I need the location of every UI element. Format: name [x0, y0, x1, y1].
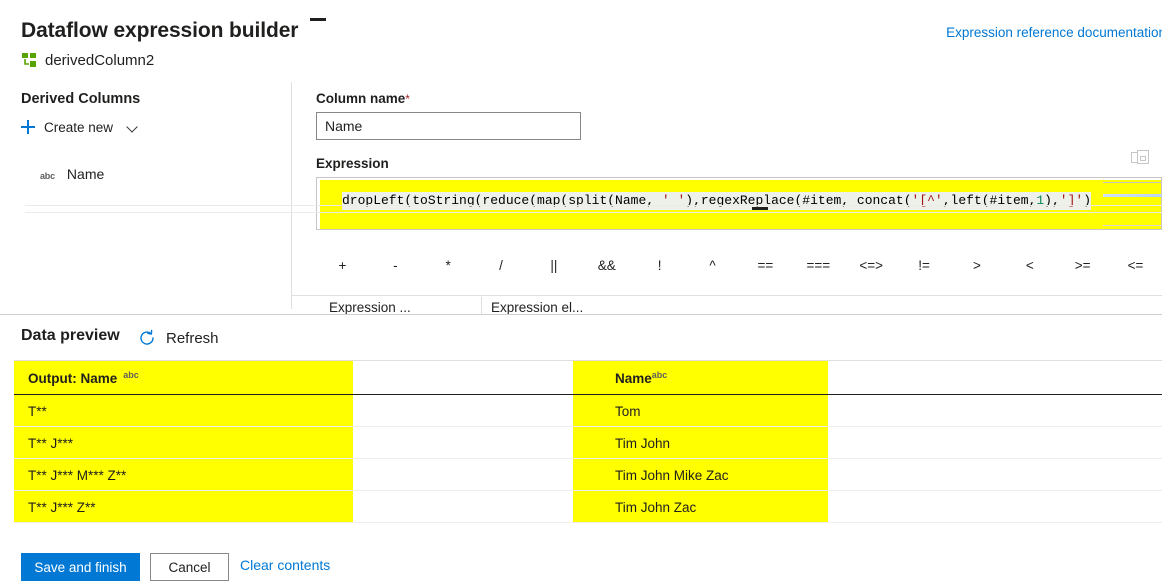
operator-button-[interactable]: - — [369, 258, 422, 273]
cancel-button[interactable]: Cancel — [150, 553, 229, 581]
intellisense-popup-top-border — [1103, 182, 1162, 183]
cell-name: Tim John Zac — [615, 499, 697, 515]
data-preview-table: Output: Name abc Name abc T** Tom T** J*… — [14, 361, 1162, 523]
toolbar-divider-bottom — [25, 212, 1162, 213]
column-header-name-label: Name — [615, 370, 652, 386]
column-name-label-text: Column name — [316, 91, 406, 106]
derived-columns-pane: Derived Columns Create new abc Name — [0, 82, 291, 309]
expression-tabs-strip: Expression ... Expression el... — [291, 295, 1162, 315]
intellisense-popup-row[interactable] — [1103, 194, 1162, 197]
cell-output: T** J*** — [28, 435, 74, 451]
refresh-label: Refresh — [166, 329, 219, 347]
derived-columns-title: Derived Columns — [21, 91, 141, 107]
expression-code[interactable]: dropLeft(toString(reduce(map(split(Name,… — [342, 192, 1091, 210]
create-new-label: Create new — [44, 119, 114, 135]
output-cell-highlight — [14, 395, 353, 427]
plus-icon — [20, 119, 36, 135]
column-name-label: Column name* — [316, 91, 410, 106]
cell-output: T** J*** M*** Z** — [28, 467, 127, 483]
operator-button-[interactable]: <=> — [845, 258, 898, 273]
create-new-button[interactable]: Create new — [20, 119, 138, 135]
derived-column-icon — [21, 52, 38, 69]
table-row[interactable]: T** J*** Tim John — [14, 427, 1162, 459]
cell-name: Tim John Mike Zac — [615, 467, 729, 483]
dialog-footer: Save and finish Cancel Clear contents — [0, 551, 1162, 586]
save-and-finish-button[interactable]: Save and finish — [21, 553, 140, 581]
data-preview-header: Data preview Refresh — [0, 315, 1162, 360]
chevron-down-icon[interactable] — [127, 122, 138, 133]
operator-button-[interactable]: > — [951, 258, 1004, 273]
cell-name: Tom — [615, 403, 641, 419]
data-preview-title: Data preview — [21, 327, 120, 344]
operator-button-[interactable]: / — [475, 258, 528, 273]
operator-button-[interactable]: < — [1003, 258, 1056, 273]
name-cell-highlight — [573, 427, 828, 459]
refresh-button[interactable]: Refresh — [138, 329, 219, 347]
row-divider — [14, 522, 1162, 523]
operator-button-[interactable]: ^ — [686, 258, 739, 273]
table-row[interactable]: T** Tom — [14, 395, 1162, 427]
cell-output: T** J*** Z** — [28, 499, 96, 515]
operator-toolbar: + - * / || &&! ^ == === <=> != > < >= <= — [316, 249, 1162, 281]
clear-contents-link[interactable]: Clear contents — [240, 557, 330, 573]
operator-button-[interactable]: <= — [1109, 258, 1162, 273]
tab-active-indicator — [310, 18, 326, 21]
column-name-input[interactable] — [316, 112, 581, 140]
cell-output: T** — [28, 403, 47, 419]
operator-button-[interactable]: != — [898, 258, 951, 273]
expression-label: Expression — [316, 156, 389, 171]
operator-button-[interactable]: && — [580, 258, 633, 273]
column-header-name[interactable]: Name abc — [615, 361, 667, 395]
tab-separator — [481, 297, 482, 315]
derived-column-list-item[interactable]: abc Name — [40, 166, 104, 182]
operator-button-[interactable]: == — [739, 258, 792, 273]
cell-name: Tim John — [615, 435, 671, 451]
operator-active-indicator — [752, 207, 768, 210]
required-marker: * — [405, 92, 410, 106]
refresh-icon — [138, 329, 156, 347]
operator-button-[interactable]: * — [422, 258, 475, 273]
string-type-icon: abc — [651, 370, 668, 380]
page-title: Dataflow expression builder — [21, 19, 299, 42]
expression-reference-documentation-link[interactable]: Expression reference documentation — [946, 25, 1162, 40]
string-type-icon: abc — [123, 370, 139, 380]
name-cell-highlight — [573, 395, 828, 427]
tab-expression-values[interactable]: Expression ... — [329, 300, 411, 315]
expression-builder-dialog: Dataflow expression builder Expression r… — [0, 0, 1162, 586]
name-cell-highlight — [573, 491, 828, 523]
column-header-output-label: Output: Name — [28, 370, 118, 386]
string-type-icon: abc — [40, 171, 55, 181]
doc-link-label: Expression reference documentation — [946, 25, 1162, 40]
stream-name-label: derivedColumn2 — [45, 52, 155, 69]
tab-expression-elements[interactable]: Expression el... — [491, 300, 583, 315]
expression-editor-pane: Column name* Expression dropLeft(toStrin… — [291, 82, 1162, 309]
derived-column-name: Name — [66, 166, 105, 182]
operator-button-[interactable]: >= — [1056, 258, 1109, 273]
column-header-output-name[interactable]: Output: Name abc — [28, 361, 139, 395]
operator-button-[interactable]: === — [792, 258, 845, 273]
table-header-row: Output: Name abc Name abc — [14, 361, 1162, 395]
operator-button-[interactable]: ! — [633, 258, 686, 273]
table-row[interactable]: T** J*** M*** Z** Tim John Mike Zac — [14, 459, 1162, 491]
intellisense-popup-bottom-border — [1103, 225, 1162, 226]
table-row[interactable]: T** J*** Z** Tim John Zac — [14, 491, 1162, 523]
expression-editor[interactable]: dropLeft(toString(reduce(map(split(Name,… — [316, 177, 1162, 230]
operator-button-[interactable]: || — [528, 258, 581, 273]
expand-editor-icon[interactable] — [1131, 150, 1149, 166]
footer-divider — [0, 540, 1162, 541]
stream-name-row: derivedColumn2 — [21, 52, 154, 69]
toolbar-divider-top — [25, 205, 1162, 206]
name-column-highlight — [573, 361, 828, 395]
operator-button-[interactable]: + — [316, 258, 369, 273]
